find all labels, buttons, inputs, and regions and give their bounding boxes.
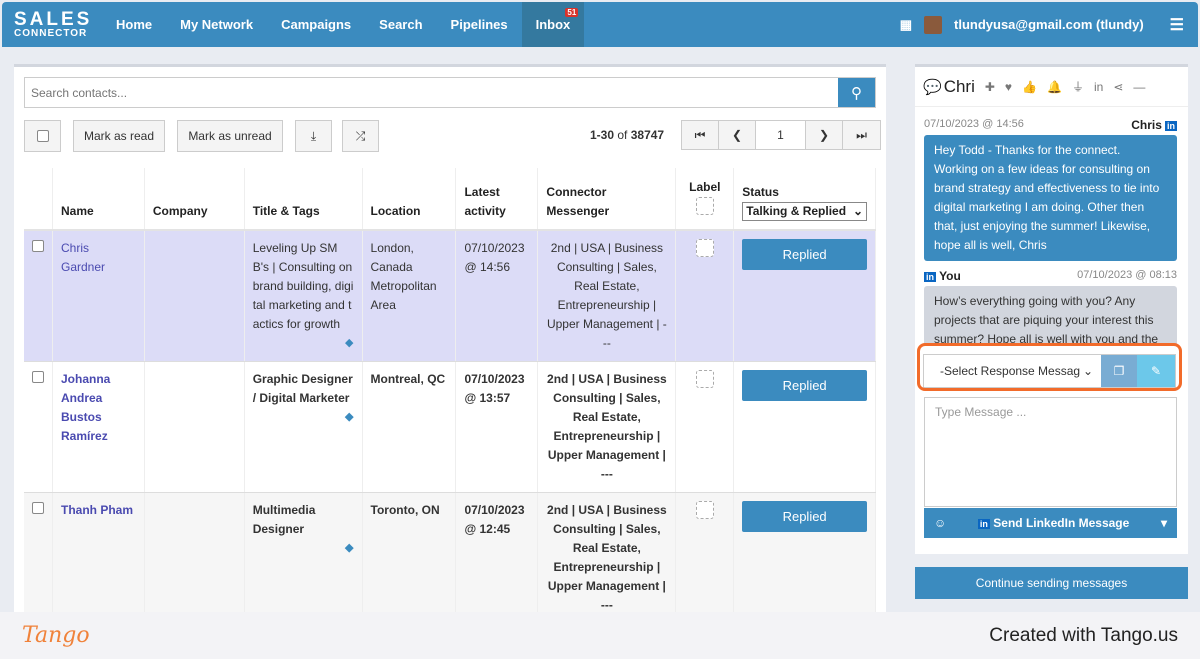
first-page-button[interactable]: ⏮ xyxy=(682,121,719,149)
col-location[interactable]: Location xyxy=(362,168,457,231)
thumbs-up-icon[interactable]: 👍 xyxy=(1022,80,1037,94)
mark-as-unread-button[interactable]: Mark as unread xyxy=(177,120,283,152)
send-linkedin-button[interactable]: in Send LinkedIn Message xyxy=(977,516,1129,530)
linkedin-icon[interactable]: in xyxy=(1094,80,1103,94)
contact-name[interactable]: Chris Gardner xyxy=(52,230,145,362)
created-with: Created with Tango.us xyxy=(989,624,1178,646)
chat-header: 💬 Chri ✚ ♥ 👍 🔔 ⏚ in ⋖ — xyxy=(915,67,1188,107)
highlight-outline xyxy=(917,343,1182,391)
linkedin-icon: in xyxy=(924,272,936,282)
message-bubble: How’s everything going with you? Any pro… xyxy=(924,286,1177,345)
user-account[interactable]: tlundyusa@gmail.com (tlundy) xyxy=(954,17,1144,32)
search-input[interactable] xyxy=(25,78,838,107)
send-bar: ☺ in Send LinkedIn Message ▾ xyxy=(924,508,1177,538)
export-icon: ⤓ xyxy=(310,128,317,143)
last-page-button[interactable]: ⏭ xyxy=(843,121,880,149)
minimize-icon[interactable]: — xyxy=(1133,80,1145,94)
table-row[interactable]: Thanh Pham Multimedia Designer ◆ Toronto,… xyxy=(24,492,876,624)
nav-home[interactable]: Home xyxy=(102,2,166,47)
send-options-dropdown[interactable]: ▾ xyxy=(1161,516,1167,530)
inbox-badge: 51 xyxy=(565,8,579,17)
row-checkbox[interactable] xyxy=(32,240,44,252)
footer: Tango Created with Tango.us xyxy=(0,612,1200,659)
top-navbar: SALES CONNECTOR Home My Network Campaigns… xyxy=(2,2,1198,47)
mark-as-read-button[interactable]: Mark as read xyxy=(73,120,165,152)
contacts-panel: ⚲ Mark as read Mark as unread ⤓ ⤮ 1-30 o… xyxy=(14,64,886,624)
pagination: ⏮ ❮ 1 ❯ ⏭ xyxy=(681,120,881,150)
continue-sending-button[interactable]: Continue sending messages xyxy=(915,567,1188,599)
col-activity[interactable]: Latest activity xyxy=(455,168,539,231)
shuffle-button[interactable]: ⤮ xyxy=(342,120,379,152)
nav-my-network[interactable]: My Network xyxy=(166,2,267,47)
prev-page-button[interactable]: ❮ xyxy=(719,121,756,149)
nav-campaigns[interactable]: Campaigns xyxy=(267,2,365,47)
contact-name[interactable]: Thanh Pham xyxy=(52,492,145,624)
chat-panel: 💬 Chri ✚ ♥ 👍 🔔 ⏚ in ⋖ — 07/10/2023 @ 14:… xyxy=(915,64,1188,554)
tag-icon: ◆ xyxy=(345,411,354,423)
export-button[interactable]: ⤓ xyxy=(295,120,332,152)
col-label: Label xyxy=(675,168,735,231)
result-count: 1-30 of 38747 xyxy=(590,128,665,142)
avatar[interactable] xyxy=(924,15,943,34)
nav-search[interactable]: Search xyxy=(365,2,436,47)
table-row[interactable]: Chris Gardner Leveling Up SMB's | Consul… xyxy=(24,230,876,362)
calendar-icon[interactable]: ▦ xyxy=(900,17,912,33)
contacts-table: Name Company Title & Tags Location Lates… xyxy=(24,168,876,624)
message-bubble: Hey Todd - Thanks for the connect. Worki… xyxy=(924,135,1177,261)
next-page-button[interactable]: ❯ xyxy=(806,121,843,149)
message-list: 07/10/2023 @ 14:56 Chris in Hey Todd - Th… xyxy=(924,115,1177,345)
chat-bubbles-icon: 💬 xyxy=(923,78,942,96)
label-picker xyxy=(695,239,714,257)
logo[interactable]: SALES CONNECTOR xyxy=(2,10,102,39)
shuffle-icon: ⤮ xyxy=(355,128,366,143)
plug-icon[interactable]: ⏚ xyxy=(1072,78,1084,95)
table-row[interactable]: Johanna Andrea Bustos Ramírez Graphic De… xyxy=(24,361,876,493)
emoji-icon[interactable]: ☺ xyxy=(934,516,946,530)
tag-icon: ◆ xyxy=(345,542,354,554)
col-company[interactable]: Company xyxy=(144,168,245,231)
status-button[interactable]: Replied xyxy=(742,370,867,401)
col-name[interactable]: Name xyxy=(52,168,145,231)
col-status: Status Talking & Replied ⌄ xyxy=(733,168,876,231)
bell-icon[interactable]: 🔔 xyxy=(1047,80,1062,94)
nav-inbox[interactable]: Inbox 51 xyxy=(521,2,585,47)
col-messenger[interactable]: Connector Messenger xyxy=(537,168,677,231)
share-icon[interactable]: ⋖ xyxy=(1113,80,1123,94)
label-picker xyxy=(695,501,714,519)
page-input[interactable]: 1 xyxy=(756,121,806,149)
label-picker xyxy=(695,370,714,388)
col-title[interactable]: Title & Tags xyxy=(244,168,363,231)
menu-icon[interactable]: ☰ xyxy=(1170,15,1184,35)
linkedin-icon: in xyxy=(1165,121,1177,131)
tango-logo: Tango xyxy=(22,623,90,648)
search-icon: ⚲ xyxy=(851,84,862,102)
tag-icon: ◆ xyxy=(345,337,354,349)
select-all-checkbox[interactable] xyxy=(24,120,61,152)
search-bar: ⚲ xyxy=(24,77,876,108)
status-filter[interactable]: Talking & Replied ⌄ xyxy=(742,202,867,221)
message-input[interactable]: Type Message ... xyxy=(924,397,1177,507)
contact-name[interactable]: Johanna Andrea Bustos Ramírez xyxy=(52,361,145,493)
row-checkbox[interactable] xyxy=(32,502,44,514)
row-checkbox[interactable] xyxy=(32,371,44,383)
nav-pipelines[interactable]: Pipelines xyxy=(437,2,522,47)
status-button[interactable]: Replied xyxy=(742,239,867,270)
chat-title: Chri xyxy=(943,76,975,96)
status-button[interactable]: Replied xyxy=(742,501,867,532)
add-comment-icon[interactable]: ✚ xyxy=(985,80,995,94)
search-button[interactable]: ⚲ xyxy=(838,78,875,107)
heart-icon[interactable]: ♥ xyxy=(1005,80,1012,94)
